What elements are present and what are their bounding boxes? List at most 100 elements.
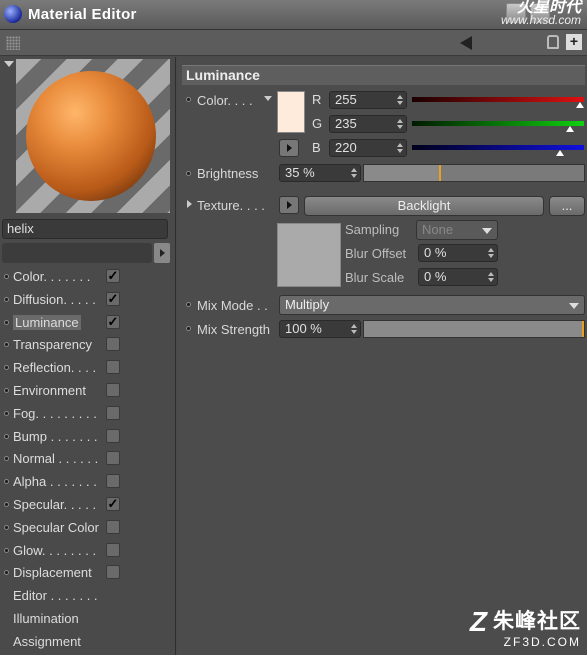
texture-label: Texture. . . . <box>197 198 265 213</box>
channel-checkbox[interactable] <box>106 542 120 557</box>
layer-selector-arrow-icon[interactable] <box>154 243 170 263</box>
green-slider-knob[interactable] <box>566 126 575 132</box>
channel-checkbox[interactable] <box>106 360 120 375</box>
channel-item[interactable]: Fog. . . . . . . . . <box>0 403 176 425</box>
channel-item[interactable]: Specular Color <box>0 517 176 539</box>
brightness-anim-dot-icon[interactable] <box>186 171 191 176</box>
green-slider[interactable] <box>412 121 584 132</box>
channel-item[interactable]: Environment <box>0 380 176 402</box>
red-slider[interactable] <box>412 97 584 108</box>
blue-slider-knob[interactable] <box>555 150 564 156</box>
channel-dot-icon <box>4 524 9 530</box>
channel-item[interactable]: Alpha . . . . . . . <box>0 471 176 493</box>
blur-scale-field[interactable]: 0 % <box>418 268 498 286</box>
channel-label: Luminance <box>13 314 81 330</box>
material-preview[interactable] <box>16 59 170 213</box>
brightness-spinner-icon[interactable] <box>351 168 357 178</box>
title-bar: Material Editor 火星时代 www.hxsd.com <box>0 0 587 30</box>
checkmark-icon: ✓ <box>107 496 119 511</box>
channel-checkbox[interactable] <box>106 405 120 420</box>
lock-icon[interactable] <box>547 35 559 49</box>
channel-label: Displacement <box>13 565 92 581</box>
brightness-value: 35 % <box>285 165 315 180</box>
channel-item[interactable]: Diffusion. . . . . ✓ <box>0 289 176 311</box>
red-slider-knob[interactable] <box>576 102 584 108</box>
mix-mode-label: Mix Mode . . <box>197 298 268 313</box>
mix-strength-slider[interactable] <box>363 320 585 338</box>
checkmark-icon: ✓ <box>107 268 119 283</box>
blur-offset-spinner-icon[interactable] <box>488 248 494 258</box>
channel-checkbox[interactable] <box>106 383 120 397</box>
channel-item[interactable]: Glow. . . . . . . . <box>0 540 176 562</box>
red-spinner-icon[interactable] <box>397 95 403 105</box>
channel-checkbox[interactable] <box>106 474 120 489</box>
preview-menu-icon[interactable] <box>4 61 14 67</box>
mix-strength-value-field[interactable]: 100 % <box>279 320 361 338</box>
blue-label: B <box>312 140 321 155</box>
texture-browse-button[interactable]: ... <box>549 196 585 216</box>
channel-label: Color. . . . . . . <box>13 269 91 284</box>
mix-mode-dropdown[interactable]: Multiply <box>279 295 585 315</box>
checkmark-icon: ✓ <box>107 290 119 306</box>
brightness-value-field[interactable]: 35 % <box>279 164 361 182</box>
channel-checkbox[interactable] <box>106 519 120 534</box>
channel-checkbox[interactable]: ✓ <box>106 290 120 306</box>
color-picker-expand-button[interactable] <box>279 139 299 157</box>
mix-strength-spinner-icon[interactable] <box>351 324 357 334</box>
back-arrow-icon[interactable] <box>460 36 472 50</box>
new-window-icon[interactable]: + <box>566 34 582 50</box>
channel-checkbox[interactable] <box>106 565 120 580</box>
blue-slider[interactable] <box>412 145 584 156</box>
texture-expand-icon[interactable] <box>187 200 192 208</box>
texture-button[interactable]: Backlight <box>304 196 544 216</box>
channel-item[interactable]: Bump . . . . . . . <box>0 426 176 448</box>
section-header: Luminance <box>182 65 585 85</box>
window-title: Material Editor <box>28 6 137 23</box>
channel-item[interactable]: Transparency <box>0 334 176 356</box>
channel-item[interactable]: Illumination <box>0 608 176 630</box>
channel-item[interactable]: Normal . . . . . . <box>0 448 176 470</box>
channel-item[interactable]: Displacement <box>0 562 176 584</box>
channel-checkbox[interactable]: ✓ <box>106 269 120 283</box>
red-value-field[interactable]: 255 <box>329 91 407 109</box>
channel-checkbox[interactable] <box>106 451 120 466</box>
layer-selector[interactable] <box>2 243 152 263</box>
channel-checkbox[interactable] <box>106 337 120 352</box>
grip-icon[interactable] <box>6 36 20 50</box>
channel-label: Environment <box>13 383 86 398</box>
blur-offset-field[interactable]: 0 % <box>418 244 498 262</box>
texture-menu-button[interactable] <box>279 196 299 214</box>
material-name-field[interactable]: helix <box>2 219 168 239</box>
mix-strength-anim-dot-icon[interactable] <box>186 326 191 331</box>
channel-label: Diffusion. . . . . <box>13 291 96 307</box>
channel-item[interactable]: Specular. . . . . ✓ <box>0 494 176 516</box>
brightness-slider[interactable] <box>363 164 585 182</box>
sampling-dropdown[interactable]: None <box>416 220 498 240</box>
blur-scale-value: 0 % <box>424 269 447 284</box>
channel-label: Assignment <box>13 633 81 649</box>
blue-spinner-icon[interactable] <box>397 143 403 153</box>
channel-item[interactable]: Assignment <box>0 631 176 653</box>
watermark-logo-icon: Z <box>469 606 487 637</box>
green-value-field[interactable]: 235 <box>329 115 407 133</box>
channel-dot-icon <box>4 479 9 485</box>
blue-value-field[interactable]: 220 <box>329 139 407 157</box>
blur-scale-spinner-icon[interactable] <box>488 272 494 282</box>
channel-dot-icon <box>4 547 9 553</box>
channel-checkbox[interactable]: ✓ <box>106 497 120 511</box>
channel-item[interactable]: Reflection. . . . <box>0 357 176 379</box>
channel-checkbox[interactable]: ✓ <box>106 314 120 329</box>
channel-item[interactable]: Luminance ✓ <box>0 312 176 334</box>
color-swatch[interactable] <box>277 91 305 133</box>
watermark-url: www.hxsd.com <box>500 13 581 27</box>
color-anim-dot-icon[interactable] <box>186 97 191 102</box>
channel-checkbox[interactable] <box>106 428 120 443</box>
green-spinner-icon[interactable] <box>397 119 403 129</box>
mix-mode-anim-dot-icon[interactable] <box>186 302 191 307</box>
mix-strength-slider-fill <box>364 321 584 337</box>
channel-item[interactable]: Color. . . . . . . ✓ <box>0 266 176 288</box>
toolbar: + <box>0 30 587 56</box>
channel-item[interactable]: Editor . . . . . . . <box>0 585 176 607</box>
mix-strength-label: Mix Strength <box>197 322 270 337</box>
color-mode-dropdown-icon[interactable] <box>264 96 272 101</box>
